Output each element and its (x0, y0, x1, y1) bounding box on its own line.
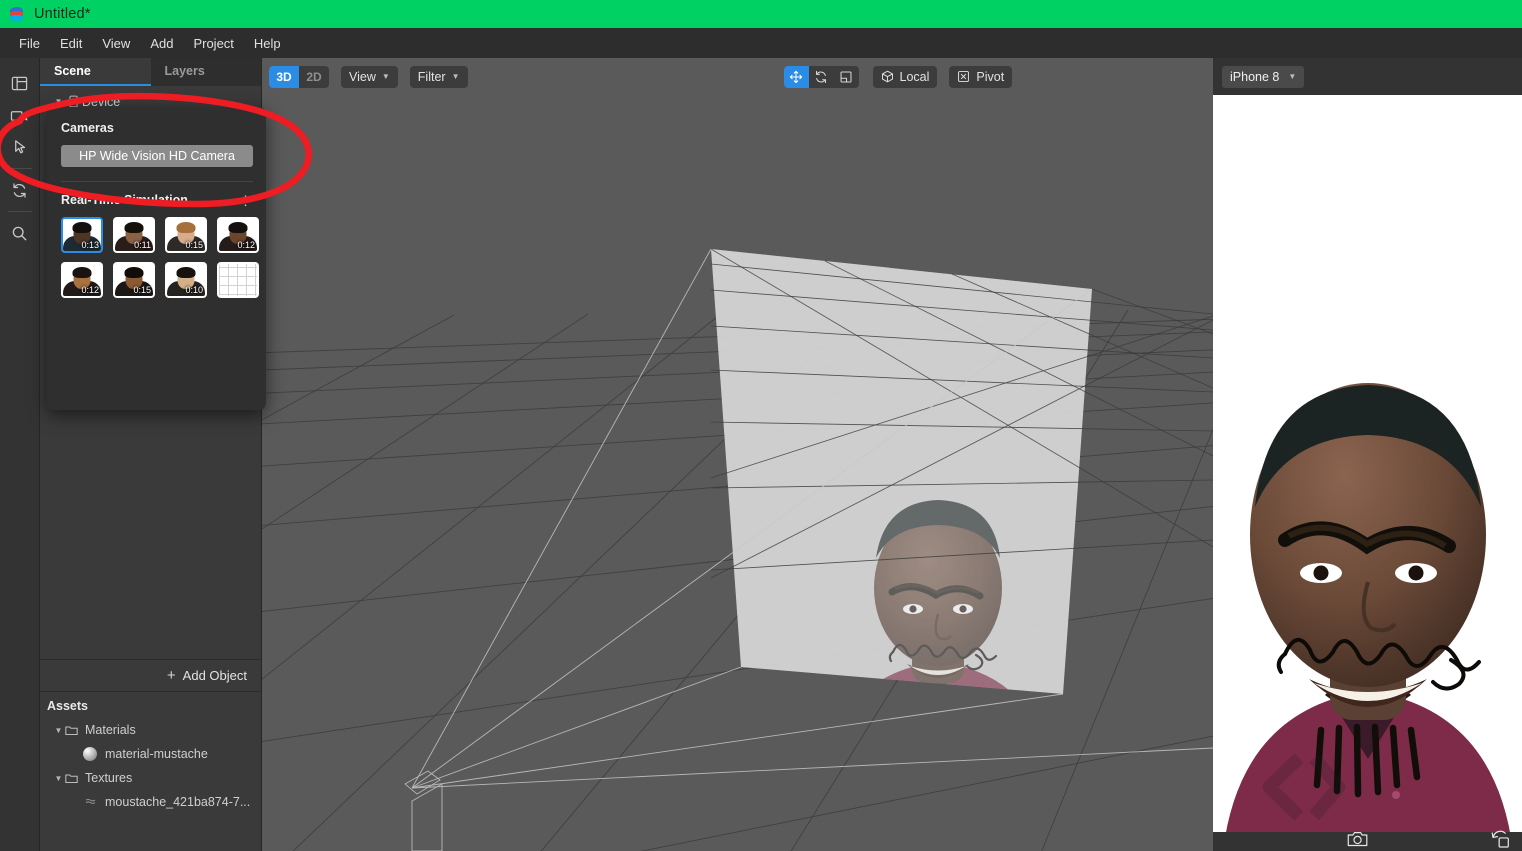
transform-space-button[interactable]: Local (872, 65, 938, 88)
simulation-thumbnail[interactable]: 0:12 (217, 217, 259, 253)
menu-add[interactable]: Add (140, 33, 183, 54)
transform-space-label: Local (899, 69, 930, 84)
simulation-thumbnail[interactable] (217, 262, 259, 298)
toggle-3d[interactable]: 3D (269, 65, 299, 88)
transform-tool-group (783, 65, 859, 88)
cameras-section-title: Cameras (61, 121, 114, 135)
chevron-down-icon: ▼ (381, 72, 390, 81)
layout-panel-icon[interactable] (3, 67, 37, 99)
window-title: Untitled* (34, 6, 91, 22)
menu-file[interactable]: File (9, 33, 50, 54)
cursor-arrow-icon[interactable] (3, 131, 37, 163)
pivot-icon (957, 70, 970, 83)
thumbnail-duration: 0:12 (81, 285, 99, 295)
add-object-label: Add Object (182, 668, 247, 683)
simulation-thumbnail[interactable]: 0:10 (165, 262, 207, 298)
magnifier-icon[interactable] (3, 217, 37, 249)
pivot-button[interactable]: Pivot (949, 65, 1013, 88)
thumbnail-duration: 0:11 (134, 240, 151, 250)
thumbnail-duration: 0:15 (133, 285, 151, 295)
chevron-down-icon[interactable]: ▼ (52, 774, 65, 783)
simulation-thumbnail[interactable]: 0:15 (165, 217, 207, 253)
chevron-down-icon: ▼ (1288, 72, 1297, 81)
asset-label: material-mustache (105, 747, 208, 761)
texture-icon (83, 798, 97, 807)
menu-help[interactable]: Help (244, 33, 291, 54)
asset-label: Materials (85, 723, 136, 737)
application-window: Untitled* File Edit View Add Project Hel… (0, 0, 1522, 851)
camera-option-hp-wide-vision[interactable]: HP Wide Vision HD Camera (61, 145, 253, 167)
simulation-thumbnail-grid: 0:13 0:11 0:15 0:12 0:12 0:15 0:10 (47, 207, 266, 298)
view-dropdown-label: View (349, 69, 376, 84)
preview-face-render (1213, 95, 1522, 851)
more-options-icon[interactable]: ⋮ (239, 194, 252, 207)
camera-capture-icon[interactable] (1347, 829, 1369, 848)
filter-dropdown-label: Filter (417, 69, 446, 84)
rail-divider-2 (7, 211, 32, 212)
camera-selection-popover: Cameras HP Wide Vision HD Camera Real-Ti… (47, 107, 266, 410)
add-object-button[interactable]: + Add Object (40, 659, 261, 691)
tab-scene[interactable]: Scene (40, 58, 151, 86)
real-time-simulation-title: Real-Time Simulation (61, 193, 188, 207)
plus-icon: + (166, 667, 176, 684)
assets-panel: Assets ▼ Materials material-mustache ▼ T… (40, 691, 261, 851)
title-bar: Untitled* (0, 0, 1522, 28)
asset-texture-moustache[interactable]: moustache_421ba874-7... (40, 790, 261, 814)
3d-viewport[interactable]: 3D 2D View ▼ Filter ▼ Local Pivot (262, 58, 1213, 851)
chevron-down-icon[interactable]: ▼ (52, 726, 65, 735)
device-preview-panel: iPhone 8 ▼ (1213, 58, 1522, 851)
asset-label: moustache_421ba874-7... (105, 795, 251, 809)
folder-icon (65, 725, 78, 736)
simulation-thumbnail[interactable]: 0:12 (61, 262, 103, 298)
menu-bar: File Edit View Add Project Help (0, 28, 1522, 58)
left-toolbar-rail (0, 58, 40, 851)
toggle-2d[interactable]: 2D (299, 66, 329, 88)
pivot-label: Pivot (976, 69, 1005, 84)
rotate-tool-icon[interactable] (809, 66, 834, 88)
viewport-scene-render (262, 58, 1213, 851)
asset-folder-textures[interactable]: ▼ Textures (40, 766, 261, 790)
scale-tool-icon[interactable] (834, 66, 859, 88)
move-tool-icon[interactable] (783, 65, 809, 88)
camera-icon[interactable] (3, 99, 37, 131)
simulation-thumbnail[interactable]: 0:15 (113, 262, 155, 298)
simulation-thumbnail[interactable]: 0:11 (113, 217, 155, 253)
chevron-down-icon: ▼ (451, 72, 460, 81)
thumbnail-duration: 0:13 (81, 240, 99, 250)
assets-title: Assets (47, 699, 88, 713)
grid-preview-icon (219, 264, 257, 296)
menu-project[interactable]: Project (183, 33, 243, 54)
cube-icon (881, 70, 894, 83)
thumbnail-duration: 0:10 (185, 285, 203, 295)
flip-rotate-icon[interactable] (1490, 829, 1511, 848)
chevron-down-icon[interactable]: ▼ (52, 97, 65, 106)
simulation-thumbnail[interactable]: 0:13 (61, 217, 103, 253)
dock-tabs: Scene Layers (40, 58, 261, 86)
preview-header: iPhone 8 ▼ (1213, 58, 1522, 95)
menu-edit[interactable]: Edit (50, 33, 92, 54)
filter-dropdown[interactable]: Filter ▼ (409, 65, 468, 88)
asset-folder-materials[interactable]: ▼ Materials (40, 718, 261, 742)
device-selector-dropdown[interactable]: iPhone 8 ▼ (1222, 65, 1305, 88)
dimension-toggle-group: 3D 2D (269, 65, 329, 88)
view-dropdown[interactable]: View ▼ (341, 65, 398, 88)
material-sphere-icon (83, 747, 97, 761)
preview-render-surface[interactable] (1213, 95, 1522, 851)
tab-layers[interactable]: Layers (151, 58, 262, 86)
app-logo-icon (8, 6, 25, 23)
preview-controls-bar (1213, 829, 1522, 851)
device-selector-label: iPhone 8 (1230, 69, 1280, 84)
asset-label: Textures (85, 771, 133, 785)
folder-icon (65, 773, 78, 784)
sync-refresh-icon[interactable] (3, 174, 37, 206)
rail-divider-1 (7, 168, 32, 169)
thumbnail-duration: 0:12 (237, 240, 255, 250)
menu-view[interactable]: View (92, 33, 140, 54)
real-time-simulation-header: Real-Time Simulation ⋮ (47, 182, 266, 207)
asset-material-mustache[interactable]: material-mustache (40, 742, 261, 766)
viewport-toolbar: 3D 2D View ▼ Filter ▼ Local Pivot (262, 58, 1213, 95)
thumbnail-duration: 0:15 (185, 240, 203, 250)
